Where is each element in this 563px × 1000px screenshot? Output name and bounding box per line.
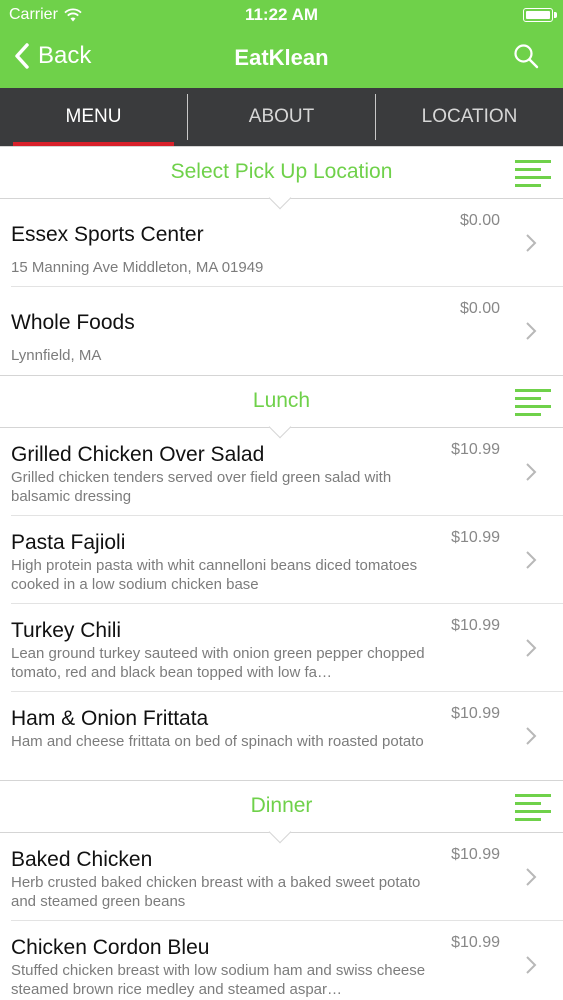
navigation-bar: Back EatKlean bbox=[0, 30, 563, 88]
app-title: EatKlean bbox=[234, 45, 329, 70]
status-bar: Carrier 11:22 AM bbox=[0, 0, 563, 30]
menu-item-row[interactable]: Baked Chicken Herb crusted baked chicken… bbox=[11, 833, 563, 921]
menu-item-row[interactable]: Grilled Chicken Over Salad Grilled chick… bbox=[11, 428, 563, 516]
menu-item-price: $10.99 bbox=[451, 705, 500, 722]
chevron-right-icon bbox=[526, 551, 537, 569]
menu-item-description: Grilled chicken tenders served over fiel… bbox=[11, 469, 392, 505]
menu-item-description: Ham and cheese frittata on bed of spinac… bbox=[11, 733, 424, 750]
menu-item-row[interactable]: Ham & Onion Frittata Ham and cheese frit… bbox=[11, 692, 563, 780]
menu-item-price: $10.99 bbox=[451, 529, 500, 546]
section-header-lunch: Lunch bbox=[0, 375, 563, 439]
section-header-pickup: Select Pick Up Location bbox=[0, 146, 563, 210]
menu-item-row[interactable]: Chicken Cordon Bleu Stuffed chicken brea… bbox=[11, 921, 563, 1000]
tab-about[interactable]: ABOUT bbox=[188, 88, 375, 146]
menu-item-price: $10.99 bbox=[451, 846, 500, 863]
menu-item-description: Lean ground turkey sauteed with onion gr… bbox=[11, 645, 425, 681]
menu-item-description: Herb crusted baked chicken breast with a… bbox=[11, 874, 421, 910]
chevron-right-icon bbox=[526, 727, 537, 745]
menu-item-price: $10.99 bbox=[451, 617, 500, 634]
menu-item-row[interactable]: Pasta Fajioli High protein pasta with wh… bbox=[11, 516, 563, 604]
list-menu-icon[interactable] bbox=[515, 159, 551, 189]
chevron-right-icon bbox=[526, 322, 537, 340]
section-title: Select Pick Up Location bbox=[170, 160, 393, 183]
location-address: 15 Manning Ave Middleton, MA 01949 bbox=[11, 259, 264, 276]
tab-menu[interactable]: MENU bbox=[0, 88, 187, 146]
chevron-right-icon bbox=[526, 234, 537, 252]
search-icon[interactable] bbox=[513, 43, 539, 69]
location-name: Whole Foods bbox=[11, 311, 135, 334]
menu-item-name: Ham & Onion Frittata bbox=[11, 707, 209, 730]
list-menu-icon[interactable] bbox=[515, 388, 551, 418]
menu-list: Select Pick Up Location Essex Sports Cen… bbox=[0, 146, 563, 1000]
tab-bar: MENU ABOUT LOCATION bbox=[0, 88, 563, 146]
menu-item-description: Stuffed chicken breast with low sodium h… bbox=[11, 962, 426, 998]
tab-location[interactable]: LOCATION bbox=[376, 88, 563, 146]
menu-item-name: Baked Chicken bbox=[11, 848, 153, 871]
location-name: Essex Sports Center bbox=[11, 223, 204, 246]
section-title: Dinner bbox=[250, 794, 313, 817]
menu-item-price: $10.99 bbox=[451, 441, 500, 458]
status-time: 11:22 AM bbox=[244, 5, 319, 24]
menu-item-name: Grilled Chicken Over Salad bbox=[11, 443, 265, 466]
menu-item-name: Turkey Chili bbox=[11, 619, 122, 642]
chevron-right-icon bbox=[526, 868, 537, 886]
menu-item-name: Chicken Cordon Bleu bbox=[11, 936, 210, 959]
location-address: Lynnfield, MA bbox=[11, 347, 102, 364]
menu-item-name: Pasta Fajioli bbox=[11, 531, 126, 554]
location-row[interactable]: Essex Sports Center 15 Manning Ave Middl… bbox=[11, 199, 563, 287]
battery-icon bbox=[523, 8, 557, 22]
top-bar: Carrier 11:22 AM Back EatKlean bbox=[0, 0, 563, 88]
list-menu-icon[interactable] bbox=[515, 793, 551, 823]
chevron-right-icon bbox=[526, 956, 537, 974]
location-row[interactable]: Whole Foods Lynnfield, MA $0.00 bbox=[11, 287, 563, 375]
menu-item-price: $10.99 bbox=[451, 934, 500, 951]
section-header-dinner: Dinner bbox=[0, 780, 563, 844]
menu-item-row[interactable]: Turkey Chili Lean ground turkey sauteed … bbox=[11, 604, 563, 692]
menu-item-description: High protein pasta with whit cannelloni … bbox=[11, 557, 418, 593]
location-price: $0.00 bbox=[459, 212, 500, 229]
section-title: Lunch bbox=[252, 389, 311, 412]
chevron-right-icon bbox=[526, 639, 537, 657]
chevron-right-icon bbox=[526, 463, 537, 481]
location-price: $0.00 bbox=[459, 300, 500, 317]
